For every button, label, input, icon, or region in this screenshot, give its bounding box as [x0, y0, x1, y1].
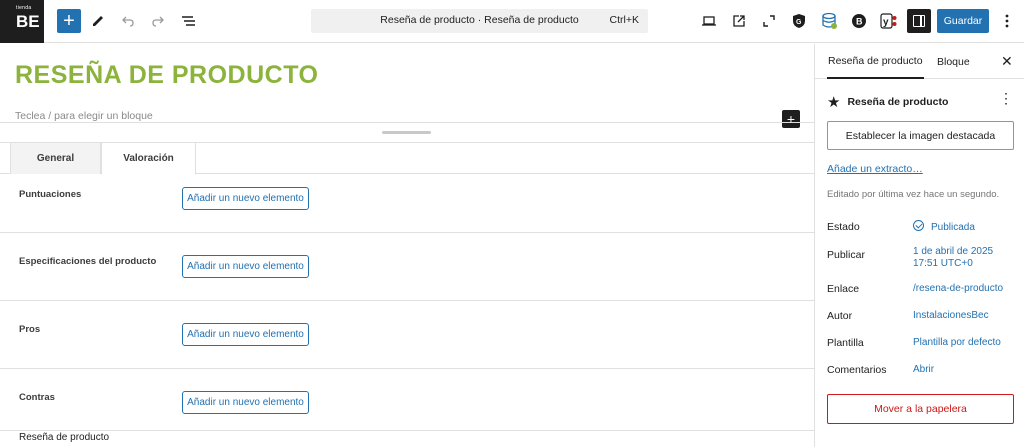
- tab-post[interactable]: Reseña de producto: [827, 44, 924, 79]
- view-post-external-icon[interactable]: [727, 9, 751, 33]
- command-title: Reseña de producto · Reseña de producto: [380, 14, 579, 26]
- add-item-button[interactable]: Añadir un nuevo elemento: [182, 255, 309, 278]
- command-palette-bar[interactable]: Reseña de producto · Reseña de producto …: [311, 9, 648, 33]
- database-plugin-icon[interactable]: [817, 9, 841, 33]
- template-value[interactable]: Plantilla por defecto: [913, 337, 1001, 349]
- editor-canvas: RESEÑA DE PRODUCTO Teclea / para elegir …: [0, 44, 814, 447]
- review-meta-box: General Valoración Puntuaciones Añadir u…: [0, 122, 814, 447]
- field-puntuaciones: Puntuaciones Añadir un nuevo elemento: [0, 174, 814, 233]
- meta-box-tabs: General Valoración: [0, 142, 814, 175]
- tab-block[interactable]: Bloque: [937, 44, 970, 79]
- svg-text:B: B: [856, 17, 863, 27]
- link-label: Enlace: [827, 283, 860, 295]
- tab-valoracion[interactable]: Valoración: [101, 142, 196, 175]
- publish-time: 17:51 UTC+0: [913, 258, 973, 269]
- comments-value[interactable]: Abrir: [913, 364, 934, 376]
- publish-date-value[interactable]: 1 de abril de 2025 17:51 UTC+0: [913, 246, 993, 270]
- field-label: Puntuaciones: [19, 189, 82, 200]
- publish-date: 1 de abril de 2025: [913, 246, 994, 257]
- shield-g-plugin-icon[interactable]: G: [787, 9, 811, 33]
- last-edited-text: Editado por última vez hace un segundo.: [827, 189, 1000, 200]
- post-title[interactable]: RESEÑA DE PRODUCTO: [15, 61, 318, 90]
- logo-small-text: tienda: [16, 5, 32, 11]
- preview-desktop-icon[interactable]: [697, 9, 721, 33]
- b-plugin-icon[interactable]: B: [847, 9, 871, 33]
- yoast-seo-icon[interactable]: y: [877, 9, 901, 33]
- permalink-value[interactable]: /resena-de-producto: [913, 283, 1003, 295]
- add-item-button[interactable]: Añadir un nuevo elemento: [182, 323, 309, 346]
- block-inserter-button[interactable]: +: [57, 9, 81, 33]
- redo-icon[interactable]: [146, 9, 170, 33]
- svg-text:y: y: [883, 17, 889, 28]
- bottom-post-type-label: Reseña de producto: [19, 432, 110, 443]
- post-type-header: ★ Reseña de producto: [827, 93, 948, 111]
- tab-general[interactable]: General: [10, 142, 101, 174]
- undo-icon[interactable]: [116, 9, 140, 33]
- star-icon: ★: [827, 94, 841, 111]
- svg-text:G: G: [796, 19, 802, 26]
- block-placeholder[interactable]: Teclea / para elegir un bloque: [15, 110, 153, 122]
- set-featured-image-button[interactable]: Establecer la imagen destacada: [827, 121, 1014, 150]
- published-check-icon: [913, 220, 924, 231]
- field-label: Especificaciones del producto: [19, 256, 157, 267]
- author-value[interactable]: InstalacionesBec: [913, 310, 989, 322]
- status-label: Estado: [827, 221, 860, 233]
- publish-label: Publicar: [827, 249, 865, 261]
- save-button[interactable]: Guardar: [937, 9, 989, 33]
- field-contras: Contras Añadir un nuevo elemento: [0, 369, 814, 431]
- settings-sidebar: Reseña de producto Bloque ✕ ★ Reseña de …: [814, 44, 1024, 447]
- author-label: Autor: [827, 310, 853, 322]
- more-actions-icon[interactable]: ⋮: [999, 90, 1013, 107]
- tools-pen-icon[interactable]: [86, 9, 110, 33]
- post-type-title: Reseña de producto: [847, 96, 949, 108]
- logo-big-text: BE: [16, 12, 40, 31]
- add-item-button[interactable]: Añadir un nuevo elemento: [182, 391, 309, 414]
- status-value[interactable]: Publicada: [913, 220, 975, 234]
- close-icon[interactable]: ✕: [1001, 53, 1013, 70]
- field-label: Contras: [19, 392, 55, 403]
- editor-toolbar: tienda BE + Reseña de producto · Reseña …: [0, 0, 1024, 43]
- meta-box-resize-handle[interactable]: [382, 131, 431, 134]
- sidebar-tabs: Reseña de producto Bloque ✕: [815, 44, 1024, 79]
- add-item-button[interactable]: Añadir un nuevo elemento: [182, 187, 309, 210]
- field-label: Pros: [19, 324, 41, 335]
- status-value-text: Publicada: [931, 222, 975, 233]
- field-pros: Pros Añadir un nuevo elemento: [0, 301, 814, 369]
- field-especificaciones: Especificaciones del producto Añadir un …: [0, 233, 814, 301]
- template-label: Plantilla: [827, 337, 864, 349]
- document-overview-icon[interactable]: [177, 9, 201, 33]
- move-to-trash-button[interactable]: Mover a la papelera: [827, 394, 1014, 424]
- site-logo[interactable]: tienda BE: [0, 0, 44, 43]
- options-more-icon[interactable]: [995, 9, 1019, 33]
- fullscreen-icon[interactable]: [757, 9, 781, 33]
- add-excerpt-link[interactable]: Añade un extracto…: [827, 163, 923, 175]
- comments-label: Comentarios: [827, 364, 887, 376]
- command-shortcut: Ctrl+K: [609, 14, 639, 26]
- settings-sidebar-toggle-icon[interactable]: [907, 9, 931, 33]
